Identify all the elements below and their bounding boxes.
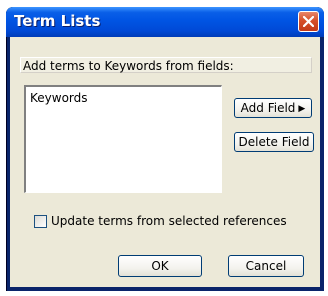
ok-label: OK	[151, 259, 169, 273]
update-terms-checkbox[interactable]	[34, 215, 47, 228]
section-label: Add terms to Keywords from fields:	[20, 57, 312, 73]
list-item[interactable]: Keywords	[30, 91, 88, 105]
fields-listbox[interactable]: Keywords	[24, 85, 222, 193]
update-terms-label[interactable]: Update terms from selected references	[51, 214, 287, 228]
cancel-label: Cancel	[245, 259, 287, 273]
delete-field-button[interactable]: Delete Field	[234, 132, 314, 152]
window-title: Term Lists	[14, 12, 101, 30]
delete-field-label: Delete Field	[238, 135, 310, 149]
title-bar[interactable]: Term Lists	[6, 7, 324, 37]
add-field-button[interactable]: Add Field ▶	[234, 98, 312, 118]
cancel-button[interactable]: Cancel	[228, 255, 304, 277]
add-field-label: Add Field	[240, 101, 296, 115]
close-icon	[303, 16, 314, 27]
triangle-right-icon: ▶	[298, 104, 306, 114]
ok-button[interactable]: OK	[118, 255, 202, 277]
close-button[interactable]	[298, 11, 319, 32]
term-lists-dialog: Term Lists Add terms to Keywords from fi…	[6, 7, 324, 291]
dialog-body: Add terms to Keywords from fields: Keywo…	[10, 37, 320, 287]
